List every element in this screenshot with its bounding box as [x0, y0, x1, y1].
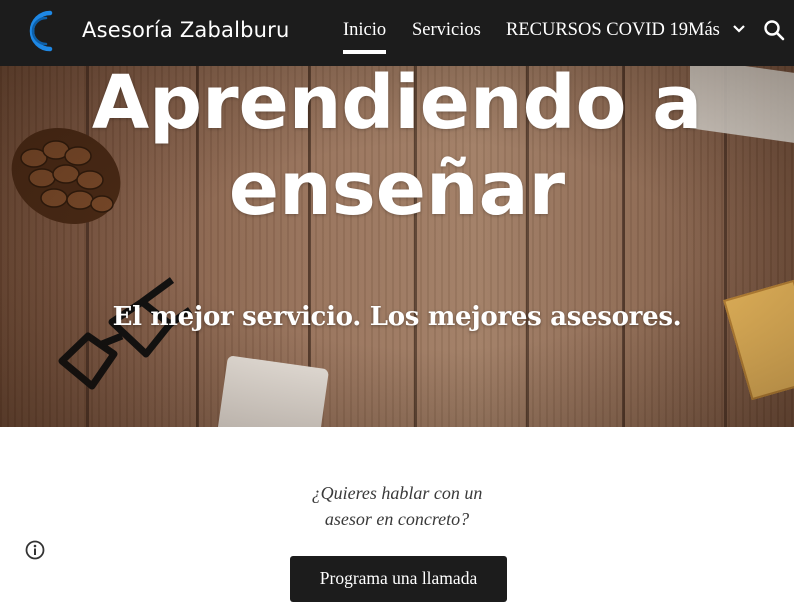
chevron-down-icon	[732, 24, 745, 33]
search-icon[interactable]	[763, 19, 785, 41]
hero-subtitle: El mejor servicio. Los mejores asesores.	[112, 302, 682, 332]
contact-question: ¿Quieres hablar con un asesor en concret…	[297, 480, 497, 532]
nav-more-label: Más	[688, 20, 720, 40]
hero-title: Aprendiendo a enseñar	[0, 66, 794, 232]
site-header: Asesoría Zabalburu Inicio Servicios RECU…	[0, 0, 794, 66]
circle-logo-icon[interactable]	[24, 6, 66, 56]
nav-item-mas[interactable]: Más	[688, 20, 745, 41]
hero-title-line: enseñar	[228, 146, 566, 232]
nav-item-servicios[interactable]: Servicios	[412, 20, 481, 41]
site-title[interactable]: Asesoría Zabalburu	[82, 18, 290, 42]
contact-question-line: ¿Quieres hablar con un	[311, 483, 483, 503]
nav-item-inicio[interactable]: Inicio	[343, 20, 387, 54]
schedule-call-button[interactable]: Programa una llamada	[290, 556, 507, 602]
hero-title-line: Aprendiendo a	[91, 66, 703, 146]
nav-item-recursos-covid[interactable]: RECURSOS COVID 19	[506, 20, 688, 41]
contact-question-line: asesor en concreto?	[324, 509, 470, 529]
info-icon[interactable]	[25, 540, 45, 560]
hero-banner: Aprendiendo a enseñar El mejor servicio.…	[0, 66, 794, 427]
